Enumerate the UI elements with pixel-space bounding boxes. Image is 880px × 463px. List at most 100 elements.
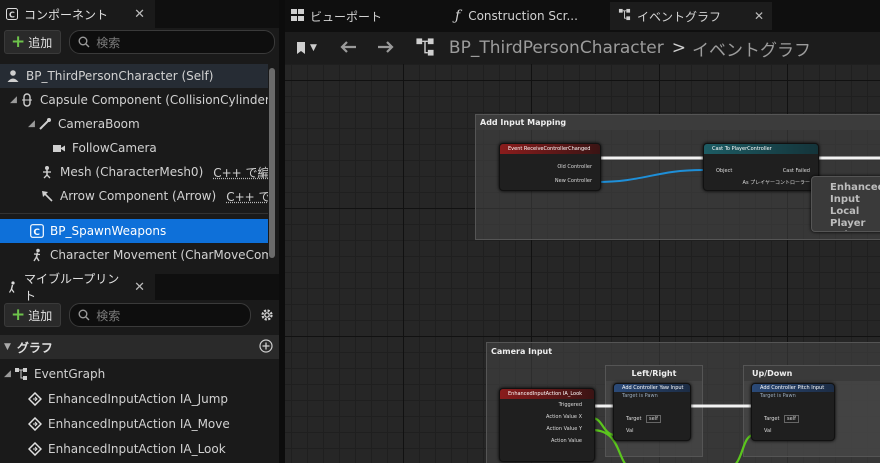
pin-old-controller[interactable]: Old Controller	[557, 164, 592, 170]
node-enhanced-subsystem[interactable]: Enhanced Input Local Player Subsystem	[811, 176, 880, 232]
tree-item-cameraboom[interactable]: ◢ CameraBoom	[0, 112, 268, 136]
edit-in-cpp-link[interactable]: C++ で編集	[226, 188, 268, 205]
tree-item-self[interactable]: BP_ThirdPersonCharacter (Self)	[0, 64, 268, 88]
pin-object[interactable]: Object	[716, 168, 732, 174]
pin-new-controller[interactable]: New Controller	[555, 178, 592, 184]
tab-my-blueprint[interactable]: マイブループリント ✕	[0, 272, 155, 303]
pin-target[interactable]: Target	[764, 416, 779, 422]
close-icon[interactable]: ✕	[130, 280, 149, 295]
pin-self-value[interactable]: self	[784, 415, 799, 423]
node-add-controller-yaw[interactable]: Add Controller Yaw Input Target is Pawn …	[613, 383, 691, 441]
add-member-label: 追加	[28, 308, 53, 323]
graph-item-label: EnhancedInputAction IA_Move	[48, 416, 230, 431]
pin-cast-failed[interactable]: Cast Failed	[783, 168, 810, 174]
close-icon[interactable]: ✕	[754, 9, 764, 23]
tree-item-charmovement[interactable]: Character Movement (CharMoveComp)	[0, 243, 268, 267]
chevron-down-icon[interactable]: ◢	[28, 119, 38, 129]
pin-target[interactable]: Target	[626, 416, 641, 422]
tab-event-graph[interactable]: イベントグラフ ✕	[610, 2, 772, 30]
node-ia-look[interactable]: EnhancedInputAction IA_Look Triggered Ac…	[499, 388, 595, 462]
add-component-button[interactable]: + 追加	[4, 30, 62, 54]
person-icon	[6, 69, 20, 83]
forward-arrow-icon[interactable]	[377, 40, 395, 57]
tab-components[interactable]: C コンポーネント ✕	[0, 0, 155, 28]
node-title: Add Controller Yaw Input	[614, 384, 690, 392]
graphs-section-label: グラフ	[16, 340, 53, 355]
tree-item-label: Arrow Component (Arrow)	[60, 189, 217, 203]
svg-text:C: C	[33, 228, 40, 238]
graph-item-ia-look[interactable]: EnhancedInputAction IA_Look	[0, 436, 279, 461]
components-search-input[interactable]: 検索	[69, 30, 275, 54]
node-add-controller-pitch[interactable]: Add Controller Pitch Input Target is Paw…	[751, 383, 835, 441]
pin-val[interactable]: Val	[626, 428, 634, 434]
pin-action-value[interactable]: Action Value	[551, 438, 582, 444]
graph-canvas[interactable]: Add Input Mapping Camera Input Left/Righ…	[285, 64, 880, 463]
svg-text:C: C	[9, 11, 15, 20]
graph-item-ia-jump[interactable]: EnhancedInputAction IA_Jump	[0, 386, 279, 411]
pin-self-value[interactable]: self	[646, 415, 661, 423]
search-icon	[78, 36, 90, 48]
tab-label: ビューポート	[310, 9, 383, 24]
tree-item-mesh[interactable]: Mesh (CharacterMesh0) C++ で編集	[0, 160, 268, 184]
chevron-down-icon[interactable]: ◢	[10, 95, 20, 105]
pin-as-player-controller[interactable]: As プレイヤーコントローラー	[743, 179, 810, 186]
graph-icon	[14, 367, 28, 381]
tab-label: Construction Scr...	[468, 9, 578, 23]
breadcrumb-blueprint[interactable]: BP_ThirdPersonCharacter	[449, 38, 664, 58]
myblueprint-search-input[interactable]: 検索	[69, 303, 251, 327]
components-scrollbar[interactable]	[268, 64, 276, 264]
pin-val[interactable]: Val	[764, 428, 772, 434]
tree-item-spawnweapons[interactable]: C BP_SpawnWeapons	[0, 219, 268, 243]
tab-construction-script[interactable]: ƒ Construction Scr...	[455, 4, 578, 28]
edit-in-cpp-link[interactable]: C++ で編集	[213, 164, 268, 181]
capsule-icon	[20, 93, 34, 107]
gear-icon[interactable]	[259, 307, 275, 323]
node-cast-to-player-controller[interactable]: Cast To PlayerController Object Cast Fai…	[703, 143, 819, 191]
tree-item-arrow[interactable]: Arrow Component (Arrow) C++ で編集	[0, 184, 268, 208]
graphs-section-header[interactable]: ▼ グラフ	[0, 335, 279, 359]
components-toolbar: + 追加 検索	[0, 28, 279, 56]
tree-item-followcamera[interactable]: FollowCamera	[0, 136, 268, 160]
chevron-down-icon[interactable]: ◢	[4, 369, 14, 379]
node-title: Add Controller Pitch Input	[752, 384, 834, 392]
myblueprint-tabbar: マイブループリント ✕	[0, 272, 279, 303]
node-subtitle: Target is Pawn	[622, 393, 658, 399]
input-action-icon	[27, 441, 43, 456]
add-graph-icon[interactable]	[259, 338, 273, 356]
bookmark-icon[interactable]: ▼	[295, 41, 317, 55]
scrollbar-thumb[interactable]	[269, 68, 275, 258]
input-action-icon	[27, 416, 43, 431]
graph-icon	[618, 8, 631, 24]
input-action-icon	[27, 391, 43, 406]
walking-icon	[6, 281, 18, 293]
myblueprint-toolbar: + 追加 検索	[0, 301, 279, 329]
pin-action-value-x[interactable]: Action Value X	[546, 414, 582, 420]
tree-item-label: CameraBoom	[58, 117, 140, 131]
blueprint-icon: C	[6, 8, 18, 20]
graph-icon	[415, 37, 435, 60]
tree-item-capsule[interactable]: ◢ Capsule Component (CollisionCylinder)	[0, 88, 268, 112]
back-arrow-icon[interactable]	[339, 40, 357, 57]
graph-item-label: EnhancedInputAction IA_Jump	[48, 391, 229, 406]
graph-item-eventgraph[interactable]: ◢ EventGraph	[0, 361, 279, 386]
close-icon[interactable]: ✕	[130, 7, 149, 22]
tree-item-label: FollowCamera	[72, 141, 157, 155]
graphs-section: ▼ グラフ ◢ EventGraph EnhancedInputAction I…	[0, 335, 279, 461]
pin-triggered[interactable]: Triggered	[559, 402, 582, 408]
breadcrumb-graph[interactable]: イベントグラフ	[692, 36, 811, 61]
tree-item-label: Character Movement (CharMoveComp)	[50, 248, 268, 262]
tree-item-label: Mesh (CharacterMesh0)	[60, 165, 204, 179]
tree-item-label: BP_ThirdPersonCharacter (Self)	[26, 69, 214, 83]
components-tabbar: C コンポーネント ✕	[0, 0, 279, 28]
node-title: Enhanced Input Local Player Subsystem	[830, 182, 880, 231]
skeleton-icon	[40, 165, 54, 179]
chevron-down-icon[interactable]: ▼	[4, 342, 11, 352]
tree-item-label: BP_SpawnWeapons	[50, 224, 167, 238]
graph-item-ia-move[interactable]: EnhancedInputAction IA_Move	[0, 411, 279, 436]
add-member-button[interactable]: + 追加	[4, 303, 62, 327]
function-icon: ƒ	[455, 8, 461, 24]
breadcrumb-separator: >	[671, 38, 687, 58]
pin-action-value-y[interactable]: Action Value Y	[546, 426, 582, 432]
node-event-controller-changed[interactable]: Event ReceiveControllerChanged Old Contr…	[499, 143, 601, 191]
tab-viewport[interactable]: ビューポート	[291, 4, 382, 28]
